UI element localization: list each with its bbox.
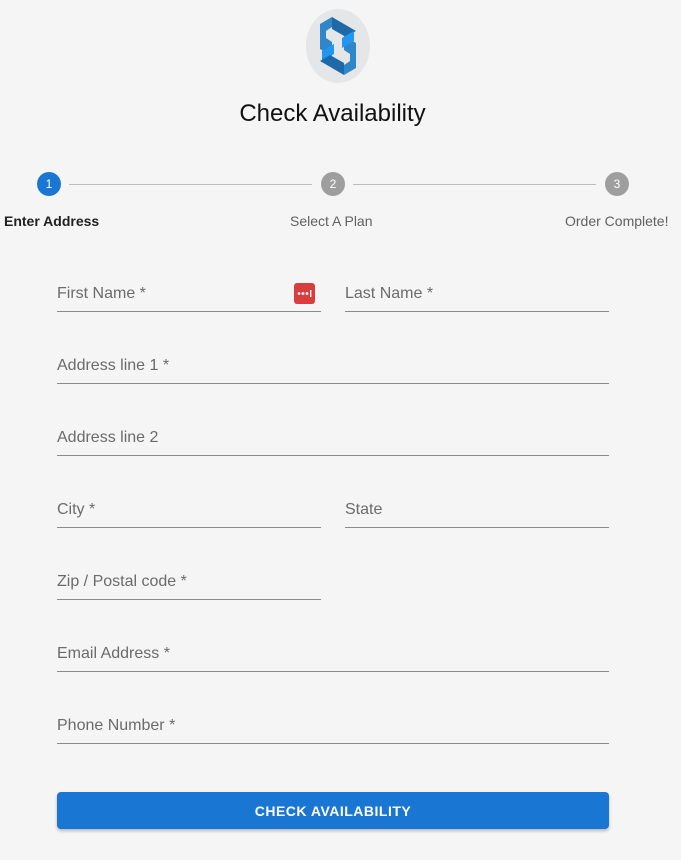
phone-number-field[interactable]: Phone Number * [57,712,609,744]
email-field[interactable]: Email Address * [57,640,609,672]
last-name-field[interactable]: Last Name * [345,280,609,312]
email-label: Email Address * [57,645,170,662]
state-label: State [345,501,383,518]
step-1-circle[interactable]: 1 [37,172,61,196]
zip-code-label: Zip / Postal code * [57,573,187,590]
first-name-field[interactable]: First Name * [57,280,321,312]
step-3-label: Order Complete! [565,213,669,229]
page-title: Check Availability [239,100,426,127]
password-manager-icon[interactable] [294,283,315,304]
step-2-circle[interactable]: 2 [321,172,345,196]
state-field[interactable]: State [345,496,609,528]
step-1-label: Enter Address [4,213,100,229]
first-name-label: First Name * [57,285,146,302]
zip-code-field[interactable]: Zip / Postal code * [57,568,321,600]
step-3-circle[interactable]: 3 [605,172,629,196]
step-connector-2 [353,184,596,185]
city-field[interactable]: City * [57,496,321,528]
step-connector-1 [69,184,312,185]
check-availability-button[interactable]: CHECK AVAILABILITY [57,792,609,829]
stepper: 1 2 3 Enter Address Select A Plan Order … [0,172,681,232]
phone-number-label: Phone Number * [57,717,176,734]
address-line-2-label: Address line 2 [57,429,159,446]
address-line-2-field[interactable]: Address line 2 [57,424,609,456]
step-2-label: Select A Plan [290,213,373,229]
check-availability-page: Check Availability 1 2 3 Enter Address S… [0,0,681,860]
city-label: City * [57,501,96,518]
brand-logo-icon [306,9,370,83]
address-line-1-label: Address line 1 * [57,357,170,374]
last-name-label: Last Name * [345,285,434,302]
address-line-1-field[interactable]: Address line 1 * [57,352,609,384]
